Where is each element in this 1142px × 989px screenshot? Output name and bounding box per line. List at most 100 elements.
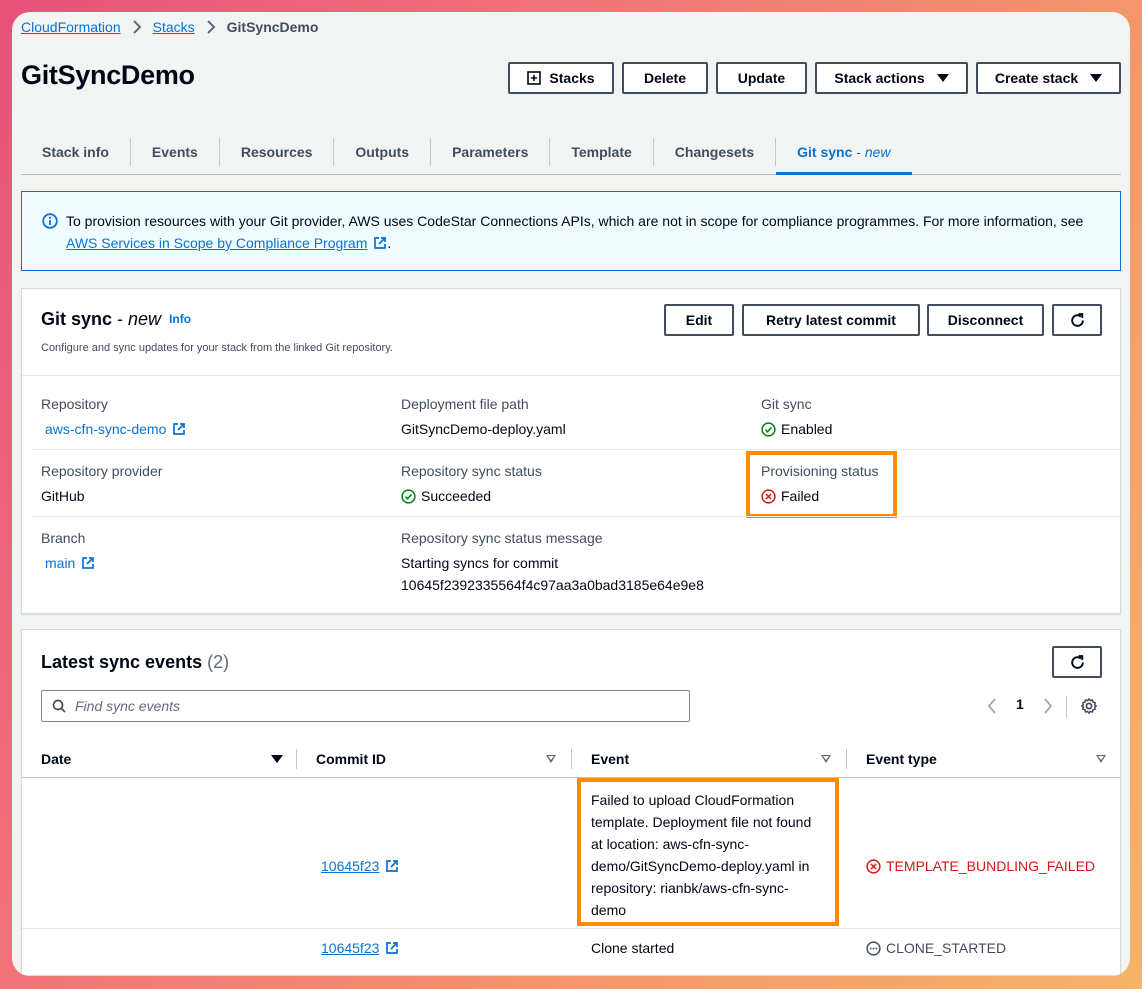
refresh-button[interactable] xyxy=(1052,304,1102,336)
create-stack-button[interactable]: Create stack xyxy=(976,62,1121,94)
repository-link[interactable]: aws-cfn-sync-demo xyxy=(45,421,166,437)
info-link[interactable]: Info xyxy=(169,312,191,326)
table-header: Date Commit ID Event Event type xyxy=(22,740,1120,778)
gear-icon[interactable] xyxy=(1080,697,1098,715)
event-type-value: CLONE_STARTED xyxy=(886,940,1007,956)
notice-end: . xyxy=(387,235,392,251)
breadcrumb-current: GitSyncDemo xyxy=(226,19,319,35)
tab-template[interactable]: Template xyxy=(549,138,652,166)
tab-changesets[interactable]: Changesets xyxy=(652,138,775,166)
column-resizer[interactable] xyxy=(846,749,847,769)
stacks-button[interactable]: Stacks xyxy=(508,62,614,94)
pager-divider xyxy=(1066,696,1067,718)
next-page-icon[interactable] xyxy=(1043,698,1053,714)
event-type-status: TEMPLATE_BUNDLING_FAILED xyxy=(866,855,1095,877)
column-event-type[interactable]: Event type xyxy=(866,740,937,778)
sync-events-count: (2) xyxy=(207,652,230,672)
git-sync-label: Git sync xyxy=(761,396,812,412)
previous-page-icon[interactable] xyxy=(987,698,997,714)
update-button[interactable]: Update xyxy=(716,62,807,94)
repository-provider-field: Repository provider GitHub xyxy=(41,463,162,507)
create-stack-label: Create stack xyxy=(994,70,1079,86)
tab-git-sync[interactable]: Git sync - new xyxy=(775,138,912,175)
repository-sync-message-field: Repository sync status message Starting … xyxy=(401,530,704,596)
check-circle-icon xyxy=(761,422,776,437)
git-sync-description: Configure and sync updates for your stac… xyxy=(41,342,393,354)
disconnect-button[interactable]: Disconnect xyxy=(927,304,1044,336)
stacks-button-label: Stacks xyxy=(549,70,595,86)
column-commit-id[interactable]: Commit ID xyxy=(316,740,386,778)
breadcrumb-cloudformation[interactable]: CloudFormation xyxy=(21,19,121,35)
caret-down-icon xyxy=(1090,74,1103,82)
current-page[interactable]: 1 xyxy=(1016,696,1024,712)
delete-button-label: Delete xyxy=(643,70,687,86)
stack-actions-button[interactable]: Stack actions xyxy=(815,62,968,94)
sort-icon[interactable] xyxy=(546,755,556,763)
event-message: Clone started xyxy=(591,940,675,956)
retry-latest-commit-button[interactable]: Retry latest commit xyxy=(742,304,920,336)
column-event[interactable]: Event xyxy=(591,740,629,778)
tab-stack-info[interactable]: Stack info xyxy=(21,138,130,166)
repository-sync-message-commit: 10645f2392335564f4c97aa3a0bad3185e64e9e8 xyxy=(401,577,704,593)
edit-button-label: Edit xyxy=(685,312,713,328)
repository-sync-status-value: Succeeded xyxy=(421,488,492,504)
search-input[interactable]: Find sync events xyxy=(41,690,690,722)
app-window: CloudFormation Stacks GitSyncDemo GitSyn… xyxy=(12,12,1130,976)
compliance-info-alert: To provision resources with your Git pro… xyxy=(21,191,1121,271)
deployment-file-path-field: Deployment file path GitSyncDemo-deploy.… xyxy=(401,396,566,440)
sync-events-panel: Latest sync events (2) Find sync events … xyxy=(21,629,1121,976)
external-link-icon xyxy=(82,557,95,569)
tab-resources[interactable]: Resources xyxy=(218,138,334,166)
row-divider xyxy=(32,449,1122,450)
row-divider xyxy=(32,516,1122,517)
tab-events[interactable]: Events xyxy=(129,138,219,166)
branch-link[interactable]: main xyxy=(45,555,75,571)
repository-provider-value: GitHub xyxy=(41,488,85,504)
column-resizer[interactable] xyxy=(296,749,297,769)
refresh-events-button[interactable] xyxy=(1052,646,1102,678)
commit-id-link[interactable]: 10645f23 xyxy=(321,858,379,874)
git-sync-heading-title: Git sync xyxy=(41,309,113,329)
external-link-icon xyxy=(386,860,399,872)
git-sync-heading-badge: new xyxy=(128,309,162,329)
row-divider xyxy=(22,928,1120,929)
repository-sync-status-field: Repository sync status Succeeded xyxy=(401,463,542,507)
sort-icon[interactable] xyxy=(821,755,831,763)
column-date[interactable]: Date xyxy=(41,740,71,778)
highlight-box xyxy=(577,778,839,926)
breadcrumb: CloudFormation Stacks GitSyncDemo xyxy=(21,19,318,35)
sort-descending-icon[interactable] xyxy=(271,755,283,763)
event-type-status: CLONE_STARTED xyxy=(866,937,1006,959)
repository-label: Repository xyxy=(41,396,108,412)
git-sync-panel-header: Git sync - new Info Configure and sync up… xyxy=(22,289,1120,376)
branch-label: Branch xyxy=(41,530,86,546)
edit-button[interactable]: Edit xyxy=(664,304,734,336)
breadcrumb-stacks[interactable]: Stacks xyxy=(153,19,195,35)
tab-parameters[interactable]: Parameters xyxy=(430,138,549,166)
commit-id-link[interactable]: 10645f23 xyxy=(321,940,379,956)
tab-git-sync-badge: new xyxy=(864,144,891,160)
event-type-value: TEMPLATE_BUNDLING_FAILED xyxy=(886,858,1096,874)
caret-down-icon xyxy=(936,74,949,82)
git-sync-heading: Git sync - new Info xyxy=(41,309,191,330)
repository-provider-label: Repository provider xyxy=(41,463,163,479)
branch-field: Branch main xyxy=(41,530,95,574)
tab-git-sync-sep: - xyxy=(852,144,865,160)
column-resizer[interactable] xyxy=(571,749,572,769)
compliance-program-link[interactable]: AWS Services in Scope by Compliance Prog… xyxy=(66,235,367,251)
info-icon xyxy=(42,213,58,229)
tab-outputs[interactable]: Outputs xyxy=(333,138,430,166)
search-placeholder: Find sync events xyxy=(75,698,181,714)
delete-button[interactable]: Delete xyxy=(622,62,708,94)
search-icon xyxy=(52,699,66,713)
repository-field: Repository aws-cfn-sync-demo xyxy=(41,396,186,440)
git-sync-panel: Git sync - new Info Configure and sync up… xyxy=(21,288,1122,614)
stack-actions-label: Stack actions xyxy=(834,70,925,86)
external-link-icon xyxy=(386,942,399,954)
external-link-icon xyxy=(374,237,387,249)
sync-events-heading: Latest sync events (2) xyxy=(41,652,229,673)
highlight-box xyxy=(746,451,897,518)
git-sync-heading-sep: - xyxy=(112,309,129,329)
sort-icon[interactable] xyxy=(1096,755,1106,763)
deployment-file-path-value: GitSyncDemo-deploy.yaml xyxy=(401,421,566,437)
